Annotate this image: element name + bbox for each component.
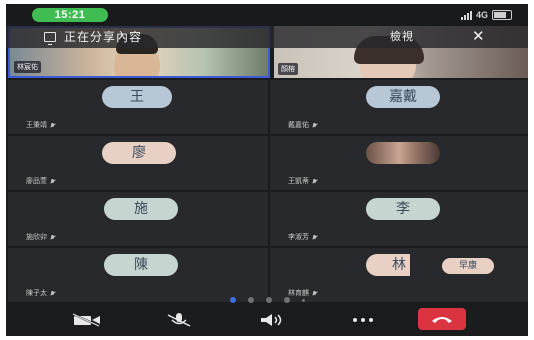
participant-photo-avatar bbox=[366, 142, 440, 164]
participant-name: 戴嘉佑 bbox=[288, 122, 309, 129]
participant-tile[interactable]: 林 早康 林育麒 bbox=[270, 248, 528, 302]
participant-tile[interactable]: 嘉戴 戴嘉佑 bbox=[270, 80, 528, 134]
close-icon[interactable]: ✕ bbox=[472, 28, 485, 46]
participant-tile[interactable]: 王凱蒂 bbox=[270, 136, 528, 190]
participant-avatar: 李 bbox=[366, 198, 440, 220]
sharing-text: 正在分享內容 bbox=[64, 30, 143, 44]
mic-off-icon bbox=[167, 313, 191, 327]
network-type: 4G bbox=[475, 10, 488, 20]
call-toolbar bbox=[6, 304, 528, 336]
participant-name: 王凱蒂 bbox=[288, 178, 309, 185]
participant-avatar: 嘉戴 bbox=[366, 86, 440, 108]
participant-name: 廖品萱 bbox=[26, 178, 47, 185]
screen-share-icon bbox=[44, 32, 56, 45]
mic-muted-icon bbox=[50, 178, 56, 184]
mic-muted-icon bbox=[312, 122, 318, 128]
participant-tile[interactable]: 李 李淑芳 bbox=[270, 192, 528, 246]
mic-muted-icon bbox=[50, 290, 56, 296]
camera-off-icon bbox=[72, 313, 100, 327]
participant-avatar: 林 bbox=[366, 254, 410, 276]
sharing-banner: 正在分享內容 檢視 ✕ bbox=[6, 26, 528, 48]
participant-avatar: 廖 bbox=[102, 142, 176, 164]
battery-icon bbox=[492, 10, 512, 20]
end-call-button[interactable] bbox=[418, 308, 466, 330]
participant-tile[interactable]: 王 王秉靖 bbox=[8, 80, 268, 134]
signal-icon bbox=[460, 10, 472, 20]
status-bar: 15:21 4G bbox=[6, 4, 528, 26]
participant-name: 施欣卯 bbox=[26, 234, 47, 241]
status-time[interactable]: 15:21 bbox=[32, 8, 108, 22]
mic-muted-icon bbox=[312, 290, 318, 296]
page-dot[interactable] bbox=[283, 297, 290, 303]
mic-muted-icon bbox=[50, 234, 56, 240]
mic-muted-icon bbox=[312, 178, 318, 184]
participant-tile[interactable]: 施 施欣卯 bbox=[8, 192, 268, 246]
speaker-icon bbox=[261, 314, 282, 326]
mic-muted-icon bbox=[312, 234, 318, 240]
page-dot[interactable] bbox=[265, 297, 272, 303]
participant-tile[interactable]: 廖 廖品萱 bbox=[8, 136, 268, 190]
mic-muted-icon bbox=[50, 122, 56, 128]
video-name-label: 顏榕 bbox=[278, 63, 298, 75]
participant-name: 王秉靖 bbox=[26, 122, 47, 129]
participant-avatar-overlay: 早康 bbox=[442, 258, 494, 274]
video-name-label: 林宸佑 bbox=[14, 61, 41, 73]
page-dot[interactable] bbox=[301, 298, 305, 302]
page-dot[interactable] bbox=[247, 297, 254, 303]
camera-off-button[interactable] bbox=[70, 308, 104, 332]
mic-off-button[interactable] bbox=[162, 308, 196, 332]
participant-tile[interactable]: 陳 陳子太 bbox=[8, 248, 268, 302]
participant-avatar: 王 bbox=[102, 86, 172, 108]
more-icon bbox=[353, 318, 373, 322]
hang-up-icon bbox=[432, 317, 452, 323]
signal-area: 4G bbox=[460, 8, 512, 22]
participant-avatar: 施 bbox=[104, 198, 178, 220]
participant-name: 李淑芳 bbox=[288, 234, 309, 241]
speaker-button[interactable] bbox=[254, 308, 288, 332]
page-indicator[interactable] bbox=[6, 296, 528, 304]
participant-avatar: 陳 bbox=[104, 254, 178, 276]
more-button[interactable] bbox=[346, 308, 380, 332]
phone-screen: 15:21 4G 林宸佑 顏榕 正在分享內容 檢視 ✕ 王 王秉靖 嘉戴 戴嘉佑… bbox=[6, 4, 528, 336]
page-dot[interactable] bbox=[229, 297, 236, 303]
view-button[interactable]: 檢視 bbox=[390, 30, 414, 44]
